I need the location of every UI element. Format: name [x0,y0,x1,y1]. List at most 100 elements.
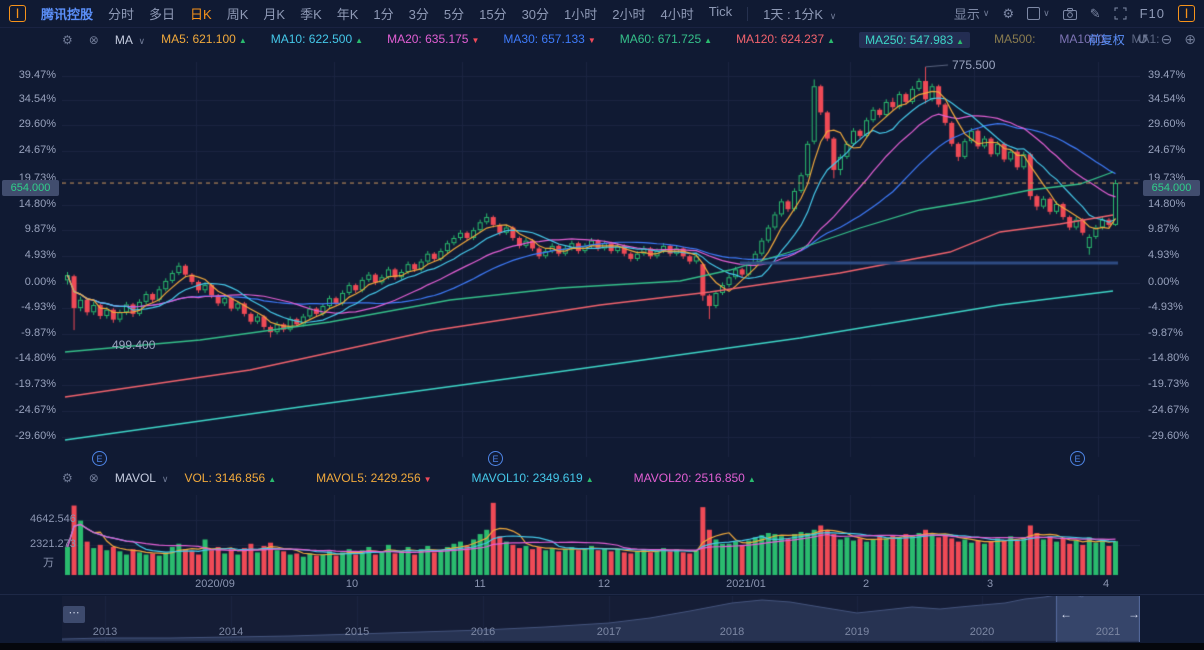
period-tab-15分[interactable]: 15分 [479,4,506,23]
indicator-settings-gear-icon[interactable]: ⚙ [62,33,73,47]
period-tab-3分[interactable]: 3分 [409,4,429,23]
last-price-badge-left: 654.000 [2,180,59,196]
earnings-event-marker[interactable]: E [1070,451,1085,466]
symbol-name[interactable]: 腾讯控股 [41,4,93,23]
trend-down-icon: ▼ [424,475,432,484]
volume-axis-tick: 4642.546 [30,513,76,525]
year-label-2013: 2013 [93,626,117,638]
indicator-value-MA5[interactable]: MA5: 621.100▲ [161,32,247,48]
period-tab-2小时[interactable]: 2小时 [612,4,645,23]
indicator-value-MA120[interactable]: MA120: 624.237▲ [736,32,835,48]
interval-dropdown[interactable]: 1天 : 1分K ∨ [763,4,836,23]
price-axis-tick: 24.67% [0,144,56,156]
volume-chart-canvas[interactable] [62,495,1140,577]
period-tab-Tick[interactable]: Tick [709,4,732,23]
price-chart-canvas[interactable] [62,52,1140,465]
period-tab-多日[interactable]: 多日 [149,4,175,23]
indicator-value-MA60[interactable]: MA60: 671.725▲ [620,32,712,48]
trend-up-icon: ▲ [239,36,247,45]
chevron-down-icon: ∨ [162,474,169,484]
indicator-value-MAVOL20[interactable]: MAVOL20: 2516.850▲ [634,471,756,485]
indicator-close-icon[interactable]: ⊗ [89,33,99,47]
volume-close-icon[interactable]: ⊗ [89,471,99,485]
layout-select[interactable]: ∨ [1027,7,1050,20]
month-label-2021/01: 2021/01 [726,578,766,590]
period-tab-月K[interactable]: 月K [263,4,285,23]
period-tab-日K[interactable]: 日K [190,4,212,23]
display-label: 显示 [954,4,980,23]
price-axis-tick: 4.93% [1148,249,1179,261]
period-tab-30分[interactable]: 30分 [522,4,549,23]
ma-row-right: 前复权 ↺ ⊖ ⊕ [1089,31,1196,48]
year-label-2020: 2020 [970,626,994,638]
period-tab-季K[interactable]: 季K [300,4,322,23]
trend-up-icon: ▲ [956,37,964,46]
display-dropdown[interactable]: 显示 ∨ [954,4,990,23]
f10-button[interactable]: F10 [1140,6,1165,21]
price-axis-tick: -19.73% [0,378,56,390]
trend-down-icon: ▼ [588,36,596,45]
price-axis-tick: 39.47% [1148,69,1185,81]
adjust-mode-button[interactable]: 前复权 [1089,31,1125,48]
toolbar-left: | 腾讯控股 分时多日日K 周K 月K 季K 年K 1分 3分 5分 15分 30分 1小时 2小时 4… [0,4,836,23]
period-tab-1小时[interactable]: 1小时 [564,4,597,23]
month-label-3: 3 [987,578,993,590]
volume-settings-gear-icon[interactable]: ⚙ [62,471,73,485]
indicator-label: MA30: 657.133 [503,32,584,46]
app-logo-icon[interactable]: | [9,5,26,22]
navigator-more-button[interactable]: ⋯ [63,606,85,623]
low-price-label: 499.400 [112,338,155,352]
period-tab-年K[interactable]: 年K [337,4,359,23]
period-tab-分时[interactable]: 分时 [108,4,134,23]
camera-icon[interactable] [1063,8,1077,20]
chevron-down-icon: ∨ [983,8,990,19]
period-tab-5分[interactable]: 5分 [444,4,464,23]
ma-group-dropdown[interactable]: MA ∨ [115,33,145,47]
trading-terminal: | 腾讯控股 分时多日日K 周K 月K 季K 年K 1分 3分 5分 15分 30分 1小时 2小时 4… [0,0,1204,650]
volume-indicator-row: ⚙ ⊗ MAVOL ∨ VOL: 3146.856▲ MAVOL5: 2429.2… [62,469,756,487]
price-axis-tick: -4.93% [1148,301,1183,313]
price-axis-tick: -14.80% [1148,352,1189,364]
month-label-12: 12 [598,578,610,590]
indicator-label: MA250: 547.983 [865,33,953,47]
undo-icon[interactable]: ↺ [1137,31,1149,48]
indicator-value-MA500[interactable]: MA500: [994,32,1035,48]
top-toolbar: | 腾讯控股 分时多日日K 周K 月K 季K 年K 1分 3分 5分 15分 30分 1小时 2小时 4… [0,0,1204,28]
mavol-values: VOL: 3146.856▲ MAVOL5: 2429.256▼ MAVOL10: … [184,471,755,485]
draw-pencil-icon[interactable]: ✎ [1090,6,1101,22]
indicator-value-MA250[interactable]: MA250: 547.983▲ [859,32,970,48]
indicator-label: MAVOL5: 2429.256 [316,471,421,485]
year-label-2014: 2014 [219,626,243,638]
settings-gear-icon[interactable]: ⚙ [1002,6,1014,22]
indicator-value-MA20[interactable]: MA20: 635.175▼ [387,32,479,48]
zoom-in-icon[interactable]: ⊕ [1184,31,1196,48]
indicator-value-MA30[interactable]: MA30: 657.133 ▼ [503,32,595,48]
indicator-value-MA10[interactable]: MA10: 622.500▲ [271,32,363,48]
indicator-value-MAVOL10[interactable]: MAVOL10: 2349.619▲ [472,471,594,485]
price-axis-tick: -24.67% [1148,404,1189,416]
month-label-4: 4 [1103,578,1109,590]
earnings-event-marker[interactable]: E [92,451,107,466]
interval-label: 1天 : 1分K [763,7,823,22]
toolbar-separator [747,7,748,21]
period-tab-周K[interactable]: 周K [227,4,249,23]
indicator-label: MA120: 624.237 [736,32,824,46]
zoom-out-icon[interactable]: ⊖ [1161,31,1173,48]
period-tab-1分[interactable]: 1分 [373,4,393,23]
price-axis-tick: 29.60% [1148,118,1185,130]
indicator-value-MAVOL5[interactable]: MAVOL5: 2429.256▼ [316,471,431,485]
indicator-value-VOL[interactable]: VOL: 3146.856▲ [184,471,276,485]
earnings-event-marker[interactable]: E [488,451,503,466]
price-axis-tick: 9.87% [0,223,56,235]
period-tab-4小时[interactable]: 4小时 [661,4,694,23]
navigator-right-handle[interactable]: → [1128,607,1140,621]
fullscreen-icon[interactable] [1114,7,1127,20]
navigator-left-handle[interactable]: ← [1060,607,1072,621]
month-label-10: 10 [346,578,358,590]
price-axis-tick: -4.93% [0,301,56,313]
price-axis-tick: 0.00% [1148,276,1179,288]
indicator-label: MA10: 622.500 [271,32,352,46]
mavol-group-dropdown[interactable]: MAVOL ∨ [115,471,169,485]
app-logo-icon[interactable]: | [1178,5,1195,22]
indicator-label: MA20: 635.175 [387,32,468,46]
